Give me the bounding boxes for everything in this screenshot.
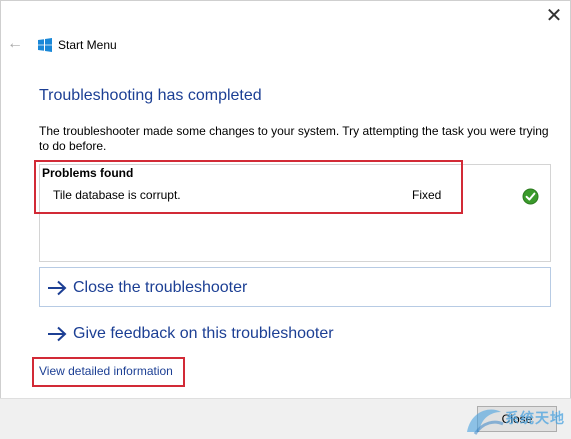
- watermark-text: 系统天地: [505, 411, 565, 427]
- back-arrow-icon[interactable]: ←: [7, 34, 25, 54]
- arrow-right-icon: [48, 326, 67, 342]
- close-icon[interactable]: ✕: [541, 3, 567, 29]
- give-feedback-label: Give feedback on this troubleshooter: [73, 325, 334, 342]
- problem-status: Fixed: [412, 188, 442, 202]
- problem-name: Tile database is corrupt.: [53, 188, 181, 202]
- close-troubleshooter-label: Close the troubleshooter: [73, 279, 248, 296]
- check-circle-icon: [522, 188, 539, 205]
- window-title: Start Menu: [58, 38, 117, 52]
- arrow-right-icon: [48, 280, 67, 296]
- view-details-link[interactable]: View detailed information: [39, 364, 173, 379]
- close-troubleshooter-link[interactable]: Close the troubleshooter: [47, 276, 247, 300]
- give-feedback-link[interactable]: Give feedback on this troubleshooter: [47, 322, 334, 346]
- windows-logo-icon: [38, 38, 52, 52]
- page-title: Troubleshooting has completed: [39, 87, 262, 104]
- result-description: The troubleshooter made some changes to …: [39, 124, 549, 153]
- problems-found-header: Problems found: [42, 166, 134, 180]
